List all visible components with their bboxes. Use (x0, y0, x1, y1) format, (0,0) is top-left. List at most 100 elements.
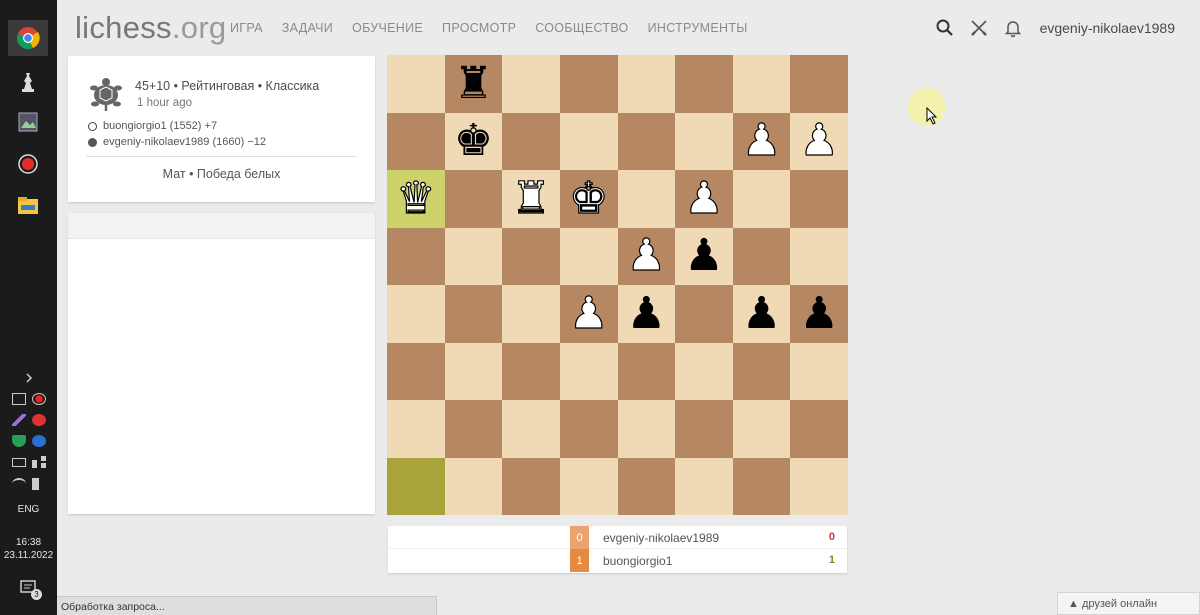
board-square[interactable]: ♟ (617, 227, 676, 285)
board-square[interactable]: ♚ (444, 112, 503, 170)
board-square[interactable]: ♟ (559, 285, 618, 343)
challenges-icon[interactable] (969, 18, 989, 38)
board-square[interactable] (559, 342, 618, 400)
tray-volume-icon[interactable] (31, 478, 46, 490)
nav-tools[interactable]: ИНСТРУМЕНТЫ (648, 21, 748, 35)
notifications-bell-icon[interactable] (1003, 18, 1023, 38)
board-square[interactable] (675, 285, 733, 343)
board-square[interactable] (444, 342, 503, 400)
board-square[interactable] (617, 170, 676, 228)
black-pawn-icon[interactable]: ♟ (684, 234, 723, 278)
board-square[interactable] (617, 457, 676, 515)
white-rook-icon[interactable]: ♜ (511, 176, 552, 221)
tray-bluetooth-icon[interactable] (31, 435, 46, 447)
board-square[interactable] (387, 55, 445, 113)
board-square[interactable] (732, 342, 791, 400)
board-square[interactable] (675, 400, 733, 458)
chrome-icon[interactable] (8, 20, 48, 56)
board-square[interactable] (790, 227, 848, 285)
board-square[interactable]: ♟ (675, 227, 733, 285)
nav-puzzles[interactable]: ЗАДАЧИ (282, 21, 333, 35)
tray-expand[interactable] (0, 372, 57, 384)
board-square[interactable]: ♛ (387, 170, 445, 228)
user-menu[interactable]: evgeniy-nikolaev1989 (1040, 20, 1175, 36)
board-square[interactable] (790, 170, 848, 228)
file-explorer-icon[interactable] (8, 188, 48, 224)
tray-display-icon[interactable] (11, 393, 26, 405)
white-queen-icon[interactable]: ♛ (395, 176, 436, 221)
board-square[interactable] (387, 457, 445, 515)
white-pawn-icon[interactable]: ♟ (741, 118, 782, 163)
black-pawn-icon[interactable]: ♟ (627, 291, 666, 336)
board-square[interactable]: ♟ (675, 170, 733, 228)
board-square[interactable] (790, 457, 848, 515)
chess-board[interactable]: ♜ ♚ ♟ ♟ ♛ ♜ ♚ ♟ ♟ ♟ ♟ ♟ ♟ ♟ (387, 55, 848, 515)
board-square[interactable] (502, 342, 560, 400)
board-square[interactable]: ♟ (790, 112, 848, 170)
board-square[interactable] (387, 342, 445, 400)
board-square[interactable] (617, 112, 676, 170)
board-square[interactable] (387, 285, 445, 343)
tray-pen-icon[interactable] (11, 414, 26, 426)
board-square[interactable] (502, 112, 560, 170)
white-pawn-icon[interactable]: ♟ (626, 233, 667, 278)
board-square[interactable] (502, 227, 560, 285)
board-square[interactable] (502, 400, 560, 458)
board-square[interactable] (732, 227, 791, 285)
keyboard-layout[interactable]: ENG (0, 504, 57, 516)
board-square[interactable]: ♜ (444, 55, 503, 113)
board-square[interactable] (732, 170, 791, 228)
board-square[interactable] (790, 342, 848, 400)
nav-watch[interactable]: ПРОСМОТР (442, 21, 516, 35)
board-square[interactable]: ♟ (790, 285, 848, 343)
board-square[interactable] (559, 55, 618, 113)
board-square[interactable] (675, 342, 733, 400)
board-square[interactable] (617, 342, 676, 400)
black-pawn-icon[interactable]: ♟ (799, 291, 838, 336)
chess-app-icon[interactable] (8, 64, 48, 100)
taskbar-top-app[interactable] (8, 2, 48, 12)
board-square[interactable] (387, 227, 445, 285)
board-square[interactable] (444, 400, 503, 458)
search-icon[interactable] (935, 18, 955, 38)
board-square[interactable] (387, 112, 445, 170)
black-player[interactable]: evgeniy-nikolaev1989 (1660) −12 (88, 136, 266, 148)
white-pawn-icon[interactable]: ♟ (799, 118, 840, 163)
board-square[interactable] (675, 55, 733, 113)
chevron-right-icon[interactable] (23, 372, 35, 384)
friends-online-toggle[interactable]: ▲ друзей онлайн (1057, 592, 1200, 615)
tray-wifi-icon[interactable] (11, 478, 26, 490)
board-square[interactable] (675, 457, 733, 515)
score-player-name[interactable]: evgeniy-nikolaev1989 (603, 531, 719, 545)
nav-community[interactable]: СООБЩЕСТВО (535, 21, 628, 35)
tray-shield-icon[interactable] (11, 435, 26, 447)
site-logo[interactable]: lichess.org (75, 10, 226, 46)
board-square[interactable] (559, 227, 618, 285)
board-square[interactable]: ♟ (732, 285, 791, 343)
board-square[interactable] (732, 400, 791, 458)
white-pawn-icon[interactable]: ♟ (684, 176, 725, 221)
chat-header[interactable] (68, 213, 375, 239)
white-king-icon[interactable]: ♚ (568, 176, 609, 221)
board-square[interactable] (444, 170, 503, 228)
board-square[interactable] (444, 285, 503, 343)
nav-learn[interactable]: ОБУЧЕНИЕ (352, 21, 423, 35)
score-player-name[interactable]: buongiorgio1 (603, 554, 672, 568)
board-square[interactable]: ♟ (617, 285, 676, 343)
board-square[interactable] (617, 55, 676, 113)
board-square[interactable] (502, 55, 560, 113)
board-square[interactable]: ♟ (732, 112, 791, 170)
board-square[interactable]: ♚ (559, 170, 618, 228)
board-square[interactable] (559, 457, 618, 515)
board-square[interactable] (444, 457, 503, 515)
notification-icon[interactable]: 3 (20, 580, 42, 600)
board-square[interactable]: ♜ (502, 170, 560, 228)
board-square[interactable] (617, 400, 676, 458)
board-square[interactable] (387, 400, 445, 458)
board-square[interactable] (675, 112, 733, 170)
black-rook-icon[interactable]: ♜ (454, 61, 493, 106)
tray-apps-icon[interactable] (31, 456, 46, 468)
tray-battery-icon[interactable] (11, 458, 26, 467)
record-icon[interactable] (8, 146, 48, 182)
clock-date[interactable]: 23.11.2022 (0, 550, 57, 562)
